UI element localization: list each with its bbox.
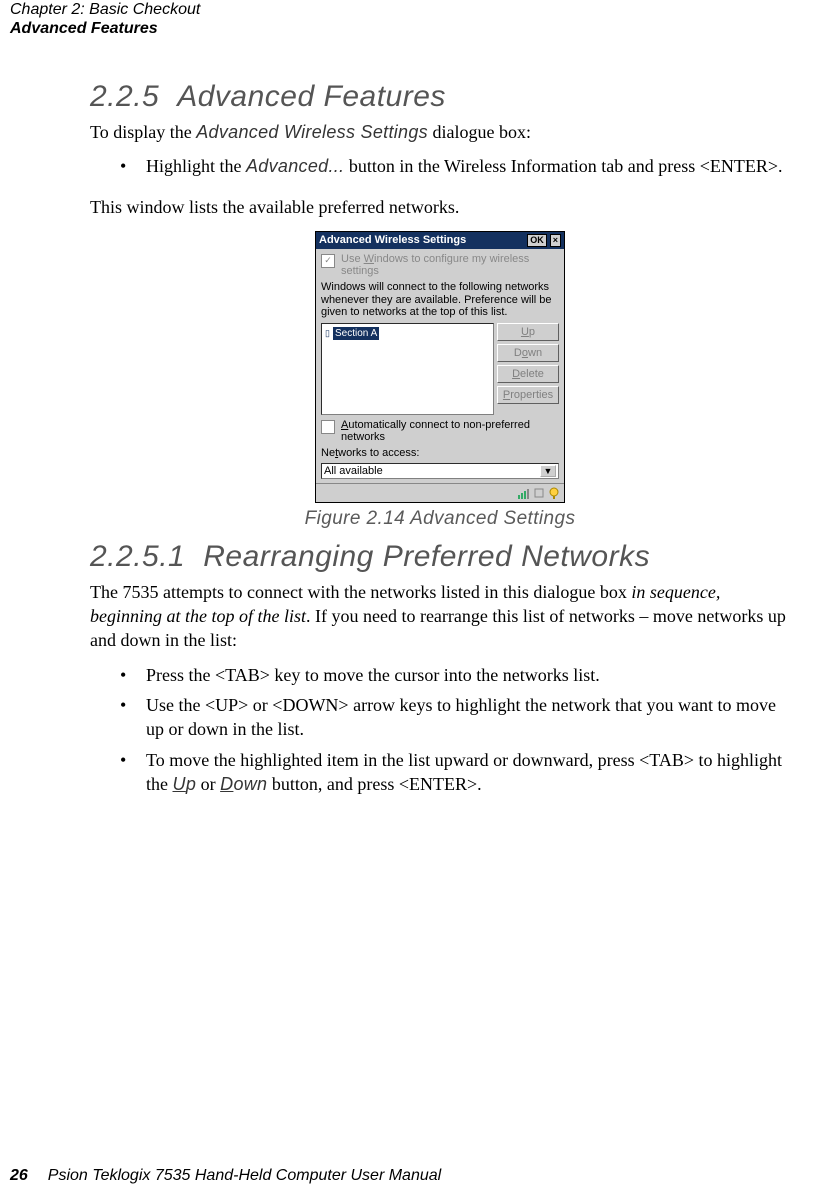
figure-caption: Figure 2.14 Advanced Settings xyxy=(90,508,790,530)
page-footer: 26 Psion Teklogix 7535 Hand-Held Computer… xyxy=(10,1167,441,1185)
running-header: Chapter 2: Basic Checkout Advanced Featu… xyxy=(10,0,200,38)
checkbox-use-windows[interactable]: ✓ xyxy=(321,254,335,268)
networks-access-label: Networks to access: xyxy=(321,447,559,459)
checkbox-row-auto: Automatically connect to non-preferred n… xyxy=(321,419,559,443)
select-value: All available xyxy=(324,465,383,477)
networks-access-row: All available ▼ xyxy=(321,463,559,479)
checkbox-auto-connect[interactable] xyxy=(321,420,335,434)
page-number: 26 xyxy=(10,1167,28,1184)
bullet-list-2: Press the <TAB> key to move the cursor i… xyxy=(120,663,790,796)
wifi-icon: ▯ xyxy=(325,328,330,338)
checkbox-label-use-windows: Use Windows to configure my wireless set… xyxy=(341,253,559,277)
down-button[interactable]: Down xyxy=(497,344,559,362)
bulb-icon xyxy=(548,487,560,499)
properties-button[interactable]: Properties xyxy=(497,386,559,404)
intro-paragraph: To display the Advanced Wireless Setting… xyxy=(90,120,790,144)
network-item[interactable]: Section A xyxy=(333,327,379,340)
page-content: 2.2.5 Advanced Features To display the Ad… xyxy=(90,80,790,812)
delete-button[interactable]: Delete xyxy=(497,365,559,383)
bullet-tab: Press the <TAB> key to move the cursor i… xyxy=(120,663,790,687)
dialog-info-text: Windows will connect to the following ne… xyxy=(321,281,559,319)
dialog-titlebar: Advanced Wireless Settings OK × xyxy=(316,232,564,249)
bullet-list-1: Highlight the Advanced... button in the … xyxy=(120,154,790,178)
bullet-highlight-advanced: Highlight the Advanced... button in the … xyxy=(120,154,790,178)
header-section: Advanced Features xyxy=(10,19,200,38)
heading-225: 2.2.5 Advanced Features xyxy=(90,80,790,114)
manual-title: Psion Teklogix 7535 Hand-Held Computer U… xyxy=(48,1167,441,1184)
networks-access-select[interactable]: All available ▼ xyxy=(321,463,559,479)
ui-term-advanced: Advanced... xyxy=(246,156,344,176)
paragraph-2251: The 7535 attempts to connect with the ne… xyxy=(90,580,790,653)
heading-2251: 2.2.5.1 Rearranging Preferred Networks xyxy=(90,540,790,574)
taskbar-tray xyxy=(316,483,564,502)
close-button[interactable]: × xyxy=(550,234,561,247)
heading-title-2251: Rearranging Preferred Networks xyxy=(203,540,650,573)
after-paragraph: This window lists the available preferre… xyxy=(90,195,790,219)
up-button[interactable]: Up xyxy=(497,323,559,341)
dialog-body: ✓ Use Windows to configure my wireless s… xyxy=(316,249,564,483)
bullet-arrows: Use the <UP> or <DOWN> arrow keys to hig… xyxy=(120,693,790,742)
chevron-down-icon: ▼ xyxy=(540,465,556,477)
connection-icon xyxy=(533,487,545,499)
header-chapter: Chapter 2: Basic Checkout xyxy=(10,0,200,19)
dialog-middle-row: ▯ Section A Up Down Delete Properties xyxy=(321,323,559,415)
networks-list[interactable]: ▯ Section A xyxy=(321,323,494,415)
checkbox-row-use-windows: ✓ Use Windows to configure my wireless s… xyxy=(321,253,559,277)
heading-number-2251: 2.2.5.1 xyxy=(90,540,185,573)
heading-number: 2.2.5 xyxy=(90,80,159,113)
heading-title: Advanced Features xyxy=(177,80,446,113)
dialog-window: Advanced Wireless Settings OK × ✓ Use Wi… xyxy=(315,231,565,503)
bullet-move: To move the highlighted item in the list… xyxy=(120,748,790,797)
button-column: Up Down Delete Properties xyxy=(497,323,559,415)
ok-button[interactable]: OK xyxy=(527,234,547,247)
checkbox-label-auto: Automatically connect to non-preferred n… xyxy=(341,419,559,443)
figure-214: Advanced Wireless Settings OK × ✓ Use Wi… xyxy=(90,231,790,530)
signal-icon xyxy=(518,487,530,499)
ui-term-aws: Advanced Wireless Settings xyxy=(196,122,428,142)
dialog-title: Advanced Wireless Settings xyxy=(319,234,524,246)
